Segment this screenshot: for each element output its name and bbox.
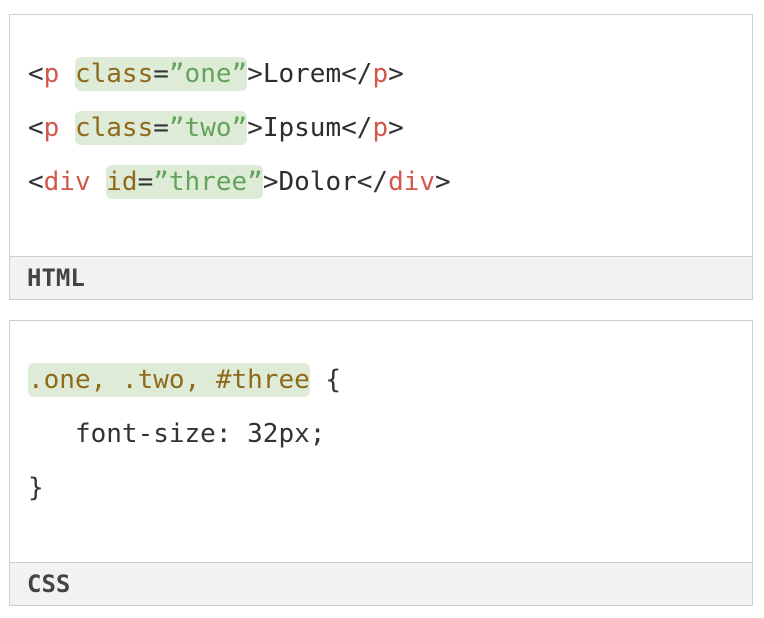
- closing-tag-end: >: [388, 113, 404, 143]
- css-code-line: }: [28, 468, 44, 508]
- close-brace: }: [28, 473, 44, 503]
- closing-tag-open: </: [341, 113, 373, 143]
- attribute-highlight: id=”three”: [106, 165, 263, 199]
- angle-bracket-close: >: [262, 167, 279, 197]
- angle-bracket-open: <: [28, 167, 44, 197]
- angle-bracket-open: <: [28, 113, 44, 143]
- attribute-name: class: [74, 59, 154, 89]
- html-code-line: <div id=”three”>Dolor</div>: [28, 162, 451, 202]
- html-code-panel: <p class=”one”>Lorem</p> <p class=”two”>…: [9, 14, 753, 300]
- css-code-area: .one, .two, #three { font-size: 32px; }: [10, 321, 752, 562]
- closing-tag-name: p: [372, 113, 389, 143]
- tag-name: div: [43, 167, 91, 197]
- html-code-line: <p class=”two”>Ipsum</p>: [28, 108, 404, 148]
- element-content: Lorem: [262, 59, 342, 89]
- html-panel-label: HTML: [27, 264, 85, 292]
- angle-bracket-close: >: [247, 113, 263, 143]
- attribute-name: id: [106, 167, 138, 197]
- closing-tag-open: </: [341, 59, 373, 89]
- closing-tag-name: p: [372, 59, 389, 89]
- tag-name: p: [43, 113, 60, 143]
- css-code-line: .one, .two, #three {: [28, 360, 341, 400]
- closing-tag-end: >: [435, 167, 451, 197]
- equals-sign: =: [153, 113, 169, 143]
- html-code-line: <p class=”one”>Lorem</p>: [28, 54, 404, 94]
- equals-sign: =: [153, 59, 169, 89]
- open-brace: {: [309, 365, 342, 395]
- css-panel-label: CSS: [27, 570, 71, 598]
- closing-tag-name: div: [388, 167, 436, 197]
- html-panel-footer: HTML: [10, 256, 752, 299]
- element-content: Ipsum: [262, 113, 342, 143]
- angle-bracket-open: <: [28, 59, 44, 89]
- attribute-value: ”one”: [168, 59, 248, 89]
- css-panel-footer: CSS: [10, 562, 752, 605]
- attribute-highlight: class=”two”: [74, 111, 248, 145]
- element-content: Dolor: [278, 167, 357, 197]
- closing-tag-open: </: [356, 167, 389, 197]
- css-code-panel: .one, .two, #three { font-size: 32px; } …: [9, 320, 753, 606]
- css-declaration: font-size: 32px;: [28, 419, 326, 449]
- attribute-name: class: [74, 113, 154, 143]
- tag-name: p: [43, 59, 60, 89]
- css-code-line: font-size: 32px;: [28, 414, 325, 454]
- attribute-highlight: class=”one”: [74, 57, 248, 91]
- equals-sign: =: [137, 167, 154, 197]
- angle-bracket-close: >: [247, 59, 263, 89]
- closing-tag-end: >: [388, 59, 404, 89]
- attribute-value: ”two”: [168, 113, 248, 143]
- attribute-value: ”three”: [153, 167, 263, 197]
- css-selector: .one, .two, #three: [28, 363, 310, 397]
- html-code-area: <p class=”one”>Lorem</p> <p class=”two”>…: [10, 15, 752, 256]
